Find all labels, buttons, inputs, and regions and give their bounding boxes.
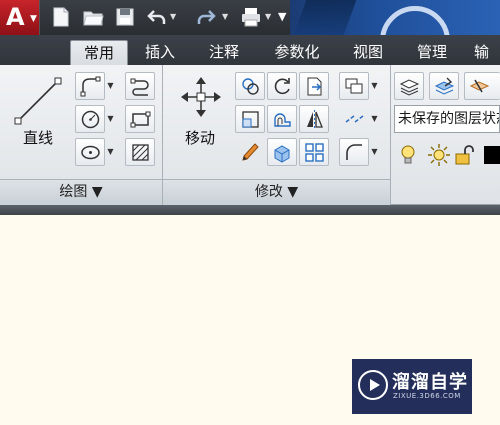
unlock-icon[interactable] <box>453 143 477 167</box>
ribbon-panel-area: 直线 ▼ ▼ ▼ 绘图 ▼ 移动 ▼ ▼ ▼ 修改 ▼ 未保存的图层状态 <box>0 65 500 205</box>
watermark-logo: 溜溜自学 ZIXUE.3D66.COM <box>352 359 472 414</box>
ellipse-dropdown-icon[interactable]: ▼ <box>106 138 115 166</box>
tab-annotate[interactable]: 注释 <box>200 40 248 65</box>
hatch-button[interactable] <box>125 138 155 166</box>
copy-button[interactable] <box>235 72 265 100</box>
undo-icon[interactable] <box>146 6 168 28</box>
tab-manage[interactable]: 管理 <box>408 40 456 65</box>
trim-icon <box>307 77 322 96</box>
tab-parametric[interactable]: 参数化 <box>264 40 330 65</box>
sun-icon[interactable] <box>427 143 451 167</box>
erase-icon <box>242 143 259 161</box>
ellipse-icon <box>81 145 100 160</box>
erase-button[interactable] <box>235 138 265 166</box>
bulb-icon[interactable] <box>397 143 419 167</box>
redo-dropdown-icon[interactable]: ▼ <box>222 12 228 21</box>
ribbon-tab-bar: 常用 插入 注释 参数化 视图 管理 输出 <box>0 35 500 65</box>
line-label: 直线 <box>22 129 53 147</box>
play-icon <box>358 370 388 400</box>
layer-state-icon <box>434 77 455 95</box>
move-button[interactable]: 移动 <box>167 69 233 173</box>
stretch-dropdown-icon[interactable]: ▼ <box>370 72 379 100</box>
line-icon <box>14 77 62 125</box>
hatch-icon <box>132 144 149 161</box>
ellipse-button[interactable] <box>75 138 105 166</box>
ribbon-separator <box>0 205 500 215</box>
mirror-icon <box>307 110 323 129</box>
break-dropdown-icon[interactable]: ▼ <box>370 105 379 133</box>
print-icon[interactable] <box>240 6 262 28</box>
circle-icon <box>81 110 100 129</box>
rotate-icon <box>274 78 290 95</box>
application-menu-button[interactable]: A ▼ <box>0 0 40 35</box>
new-file-icon[interactable] <box>50 6 72 28</box>
fillet-dropdown-icon[interactable]: ▼ <box>370 138 379 166</box>
chevron-down-icon: ▼ <box>30 14 37 24</box>
layer-isolate-icon <box>469 79 490 93</box>
title-bar-background <box>290 0 500 35</box>
copy-icon <box>242 78 259 95</box>
layer-state-button[interactable] <box>429 72 459 100</box>
rectangle-button[interactable] <box>125 105 155 133</box>
polyline-button[interactable] <box>75 72 105 100</box>
offset-button[interactable] <box>267 105 297 133</box>
draw-panel-title[interactable]: 绘图 ▼ <box>0 179 162 205</box>
tab-view[interactable]: 视图 <box>344 40 392 65</box>
rectangle-icon <box>130 111 151 128</box>
explode-icon <box>274 145 290 163</box>
tab-home[interactable]: 常用 <box>70 40 128 65</box>
layer-state-dropdown[interactable]: 未保存的图层状态 <box>394 105 500 133</box>
fillet-icon <box>346 144 362 160</box>
scale-icon <box>242 111 259 128</box>
tab-insert[interactable]: 插入 <box>136 40 184 65</box>
trim-button[interactable] <box>299 72 329 100</box>
save-icon[interactable] <box>114 6 136 28</box>
redo-icon[interactable] <box>195 6 217 28</box>
explode-button[interactable] <box>267 138 297 166</box>
layer-properties-button[interactable] <box>394 72 424 100</box>
polyline-edit-icon <box>130 78 149 96</box>
move-label: 移动 <box>184 129 215 147</box>
watermark-url: ZIXUE.3D66.COM <box>393 392 461 400</box>
print-dropdown-icon[interactable]: ▼ <box>265 12 271 21</box>
watermark-brand: 溜溜自学 <box>392 372 468 393</box>
move-icon <box>181 77 221 117</box>
polyline-icon <box>80 76 101 97</box>
autocad-logo-icon: A <box>6 3 25 31</box>
polyline-dropdown-icon[interactable]: ▼ <box>106 72 115 100</box>
break-button[interactable] <box>339 105 369 133</box>
tab-output[interactable]: 输出 <box>474 40 500 65</box>
layer-properties-icon <box>399 79 420 96</box>
fillet-button[interactable] <box>339 138 369 166</box>
quick-access-toolbar: A ▼ ▼ ▼ ▼ ▼ <box>0 0 500 35</box>
stretch-button[interactable] <box>339 72 369 100</box>
open-folder-icon[interactable] <box>82 6 104 28</box>
color-swatch-icon[interactable] <box>484 146 500 164</box>
modify-panel-title[interactable]: 修改 ▼ <box>163 179 390 205</box>
circle-button[interactable] <box>75 105 105 133</box>
more-icon[interactable]: ▼ <box>278 10 286 23</box>
array-icon <box>305 143 324 162</box>
line-button[interactable]: 直线 <box>4 69 72 173</box>
draw-panel: 直线 ▼ ▼ ▼ 绘图 ▼ <box>0 65 163 205</box>
mirror-button[interactable] <box>299 105 329 133</box>
offset-icon <box>274 113 291 127</box>
layer-isolate-button[interactable] <box>464 72 500 100</box>
undo-dropdown-icon[interactable]: ▼ <box>170 12 176 21</box>
layer-panel: 未保存的图层状态 <box>391 65 500 205</box>
stretch-icon <box>345 78 363 94</box>
array-button[interactable] <box>299 138 329 166</box>
modify-panel: 移动 ▼ ▼ ▼ 修改 ▼ <box>163 65 391 205</box>
break-icon <box>345 115 364 123</box>
circle-dropdown-icon[interactable]: ▼ <box>106 105 115 133</box>
scale-button[interactable] <box>235 105 265 133</box>
spline-button[interactable] <box>125 72 155 100</box>
rotate-button[interactable] <box>267 72 297 100</box>
